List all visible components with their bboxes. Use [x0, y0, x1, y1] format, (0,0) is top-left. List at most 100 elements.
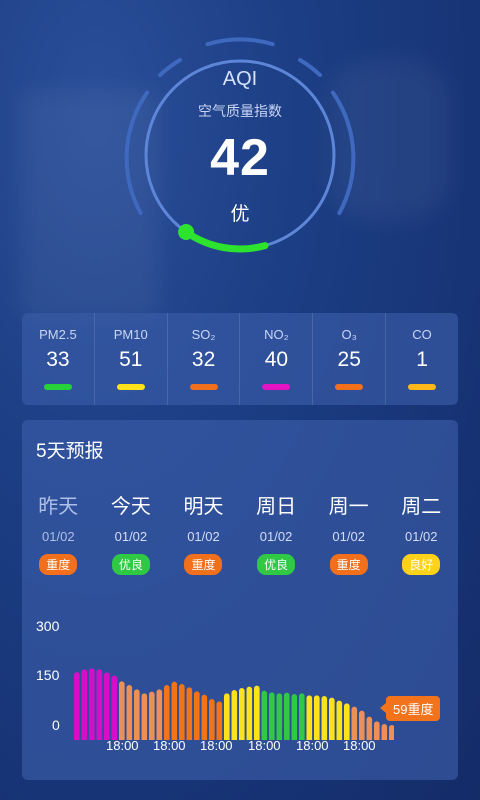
aqi-bar[interactable]: [149, 691, 155, 740]
aqi-bar[interactable]: [351, 706, 358, 740]
aqi-bar[interactable]: [359, 710, 365, 740]
aqi-bar[interactable]: [111, 675, 118, 740]
y-tick-label: 300: [36, 618, 60, 634]
y-tick-label: 0: [52, 717, 60, 733]
aqi-bar[interactable]: [381, 724, 388, 740]
aqi-bar[interactable]: [224, 693, 230, 740]
aqi-bar[interactable]: [276, 693, 283, 740]
aqi-bar[interactable]: [216, 701, 223, 740]
aqi-bar[interactable]: [261, 690, 268, 740]
pollutant-level-bar: [262, 384, 291, 390]
aqi-level-badge: 优良: [257, 554, 296, 575]
aqi-subtitle: 空气质量指数: [198, 103, 282, 119]
forecast-day[interactable]: 周一 01/02 重度: [312, 490, 385, 575]
forecast-day[interactable]: 明天 01/02 重度: [167, 490, 240, 575]
aqi-bar[interactable]: [81, 669, 88, 740]
pollutant-level-bar: [116, 384, 145, 390]
pollutant-level-bar: [335, 384, 364, 390]
pollutant-item[interactable]: O₃ 25: [312, 313, 385, 405]
pollutant-value: 25: [337, 348, 361, 371]
aqi-bar[interactable]: [291, 694, 298, 740]
pollutant-item[interactable]: PM10 51: [93, 313, 167, 405]
aqi-bar[interactable]: [306, 695, 313, 740]
aqi-level-badge: 重度: [329, 554, 368, 575]
aqi-level-badge: 重度: [39, 554, 78, 575]
aqi-bar[interactable]: [141, 693, 148, 740]
day-date: 01/02: [332, 529, 365, 544]
aqi-bar[interactable]: [314, 695, 320, 740]
aqi-bar[interactable]: [254, 685, 260, 740]
aqi-bar[interactable]: [299, 693, 305, 740]
forecast-day[interactable]: 今天 01/02 优良: [95, 490, 168, 575]
aqi-bar[interactable]: [389, 725, 394, 740]
aqi-bar[interactable]: [194, 691, 200, 740]
pollutant-item[interactable]: SO₂ 32: [166, 313, 240, 405]
day-name: 周日: [256, 496, 297, 518]
aqi-bar[interactable]: [209, 699, 215, 740]
aqi-progress-arc: [182, 228, 269, 253]
pollutant-item[interactable]: CO 1: [385, 313, 458, 405]
aqi-bar[interactable]: [164, 685, 170, 740]
pollutant-name: PM10: [113, 327, 148, 342]
aqi-bar[interactable]: [156, 689, 163, 740]
forecast-day[interactable]: 周二 01/02 良好: [385, 490, 458, 575]
pollutant-item[interactable]: NO₂ 40: [239, 313, 312, 405]
pollutant-value: 1: [416, 348, 428, 371]
x-tick-label: 18:00: [200, 738, 233, 753]
aqi-bar[interactable]: [134, 689, 140, 740]
day-date: 01/02: [259, 529, 293, 544]
pollutant-value: 51: [119, 348, 143, 371]
pollutant-name: NO₂: [264, 327, 289, 342]
pollutant-value: 33: [46, 348, 70, 371]
aqi-bar[interactable]: [74, 672, 80, 740]
aqi-bar[interactable]: [179, 684, 185, 740]
x-tick-label: 18:00: [296, 738, 329, 753]
aqi-bar[interactable]: [366, 716, 373, 740]
forecast-day[interactable]: 昨天 01/02 重度: [22, 490, 95, 575]
aqi-bar[interactable]: [321, 696, 328, 740]
day-name: 明天: [183, 496, 224, 518]
pollutant-panel: PM2.5 33 PM10 51 SO₂ 32 NO₂ 40 O₃ 25 CO 1: [22, 313, 458, 405]
aqi-bar[interactable]: [119, 681, 125, 740]
pollutant-name: PM2.5: [39, 327, 77, 342]
aqi-level-badge: 优良: [111, 554, 150, 575]
aqi-bar[interactable]: [336, 700, 343, 740]
aqi-value: 42: [210, 129, 270, 187]
aqi-bar[interactable]: [329, 697, 335, 740]
aqi-level-badge: 重度: [184, 554, 223, 575]
pollutant-item[interactable]: PM2.5 33: [22, 313, 94, 405]
aqi-level-badge: 良好: [402, 554, 441, 575]
forecast-day[interactable]: 周日 01/02 优良: [240, 490, 313, 575]
pollutant-level-bar: [43, 384, 72, 390]
forecast-card: 5天预报 昨天 01/02 重度 今天 01/02 优良 明天 01/02 重度 周日 01/02 优…: [22, 420, 458, 780]
aqi-bar[interactable]: [171, 681, 178, 740]
aqi-bar[interactable]: [344, 703, 350, 740]
day-date: 01/02: [187, 529, 220, 544]
aqi-bar[interactable]: [239, 688, 245, 740]
day-date: 01/02: [404, 529, 438, 544]
aqi-level: 优: [230, 204, 250, 225]
day-name: 周二: [401, 496, 442, 518]
day-name: 昨天: [38, 496, 79, 518]
pollutant-name: O₃: [341, 327, 357, 342]
pollutant-level-bar: [189, 384, 218, 390]
aqi-bar[interactable]: [284, 692, 290, 740]
aqi-bar[interactable]: [126, 685, 133, 740]
pollutant-name: CO: [412, 327, 432, 342]
aqi-bar[interactable]: [201, 694, 208, 740]
aqi-bar[interactable]: [246, 686, 253, 740]
aqi-bar[interactable]: [96, 669, 103, 740]
x-tick-label: 18:00: [248, 738, 281, 753]
aqi-bar[interactable]: [89, 668, 95, 740]
day-date: 01/02: [114, 529, 148, 544]
aqi-bar[interactable]: [231, 690, 238, 740]
x-tick-label: 18:00: [343, 738, 376, 753]
aqi-bar[interactable]: [269, 692, 275, 740]
x-tick-label: 18:00: [153, 738, 186, 753]
aqi-title: AQI: [222, 68, 258, 90]
aqi-bar[interactable]: [104, 672, 110, 740]
pollutant-level-bar: [408, 384, 437, 390]
day-date: 01/02: [42, 529, 75, 544]
y-tick-label: 150: [36, 667, 60, 683]
aqi-bar[interactable]: [186, 687, 193, 740]
